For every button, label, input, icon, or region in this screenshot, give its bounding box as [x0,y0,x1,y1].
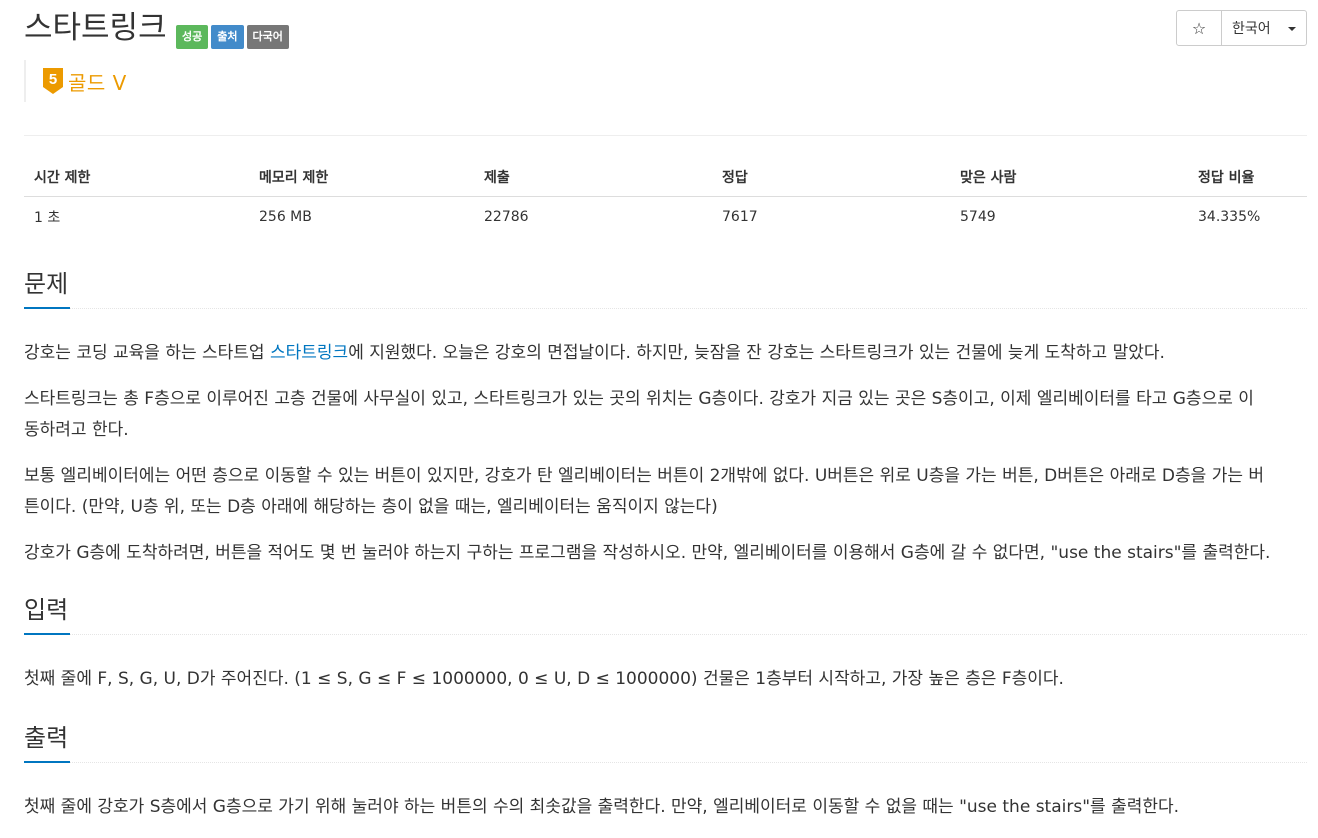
p1-text-before: 강호는 코딩 교육을 하는 스타트업 [24,343,270,363]
p3-line-2: 튼이다. (만약, U층 위, 또는 D층 아래에 해당하는 층이 없을 때는,… [24,497,718,517]
section-problem-title: 문제 [24,270,69,298]
value-time-limit: 1 초 [34,209,61,226]
problem-paragraph-3: 보통 엘리베이터에는 어떤 층으로 이동할 수 있는 버튼이 있지만, 강호가 … [24,461,1307,523]
section-input-header: 입력 [24,594,1307,635]
header-solvers: 맞은 사람 [950,158,1188,197]
input-description: 첫째 줄에 F, S, G, U, D가 주어진다. (1 ≤ S, G ≤ F… [24,669,1064,689]
favorite-button[interactable]: ☆ [1177,11,1222,45]
label-source[interactable]: 출처 [211,25,244,49]
problem-paragraph-2: 스타트링크는 총 F층으로 이루어진 고층 건물에 사무실이 있고, 스타트링크… [24,384,1307,446]
section-underline [24,307,70,309]
value-memory-limit: 256 MB [259,208,312,225]
section-output-title: 출력 [24,724,69,752]
section-underline [24,633,70,635]
section-underline [24,761,70,763]
label-multilang[interactable]: 다국어 [246,25,289,49]
star-icon: ☆ [1191,18,1207,38]
table-row: 1 초 256 MB 22786 7617 5749 34.335% [24,197,1307,237]
value-solvers[interactable]: 5749 [950,197,1188,237]
p2-line-1: 스타트링크는 총 F층으로 이루어진 고층 건물에 사무실이 있고, 스타트링크… [24,389,1254,409]
section-output-header: 출력 [24,722,1307,763]
value-accepted[interactable]: 7617 [712,197,950,237]
section-output: 출력 첫째 줄에 강호가 S층에서 G층으로 가기 위해 눌러야 하는 버튼의 … [24,722,1307,823]
header-submissions: 제출 [474,158,712,197]
output-description: 첫째 줄에 강호가 S층에서 G층으로 가기 위해 눌러야 하는 버튼의 수의 … [24,797,1180,817]
divider [24,135,1307,136]
page-title: 스타트링크 [24,10,167,46]
top-button-group: ☆ 한국어 [1176,10,1307,46]
problem-paragraph-4: 강호가 G층에 도착하려면, 버튼을 적어도 몇 번 눌러야 하는지 구하는 프… [24,543,1271,563]
section-problem: 문제 강호는 코딩 교육을 하는 스타트업 스타트링크에 지원했다. 오늘은 강… [24,268,1307,569]
language-label: 한국어 [1232,21,1271,37]
startlink-link[interactable]: 스타트링크 [270,343,348,363]
language-dropdown[interactable]: 한국어 [1222,11,1306,45]
value-ratio: 34.335% [1198,208,1261,225]
tier-number: 5 [49,71,57,88]
tier-indicator: 5 골드 V [24,60,127,102]
value-submissions[interactable]: 22786 [474,197,712,237]
caret-down-icon [1288,27,1296,31]
header-ratio: 정답 비율 [1188,158,1307,197]
tier-text[interactable]: 골드 V [68,67,127,96]
p1-text-after: 에 지원했다. 오늘은 강호의 면접날이다. 하지만, 늦잠을 잔 강호는 스타… [348,343,1165,363]
tier-gold-icon: 5 [43,68,63,94]
table-header-row: 시간 제한 메모리 제한 제출 정답 맞은 사람 정답 비율 [24,158,1307,197]
header-memory-limit: 메모리 제한 [249,158,474,197]
p2-line-2: 동하려고 한다. [24,420,129,440]
p3-line-1: 보통 엘리베이터에는 어떤 층으로 이동할 수 있는 버튼이 있지만, 강호가 … [24,466,1265,486]
problem-labels: 성공 출처 다국어 [176,25,289,49]
header-time-limit: 시간 제한 [24,158,249,197]
section-problem-header: 문제 [24,268,1307,309]
problem-paragraph-1: 강호는 코딩 교육을 하는 스타트업 스타트링크에 지원했다. 오늘은 강호의 … [24,338,1307,369]
problem-info-table: 시간 제한 메모리 제한 제출 정답 맞은 사람 정답 비율 1 초 256 M… [24,158,1307,236]
section-input: 입력 첫째 줄에 F, S, G, U, D가 주어진다. (1 ≤ S, G … [24,594,1307,695]
section-input-title: 입력 [24,596,69,624]
label-success[interactable]: 성공 [176,25,209,49]
header-accepted: 정답 [712,158,950,197]
